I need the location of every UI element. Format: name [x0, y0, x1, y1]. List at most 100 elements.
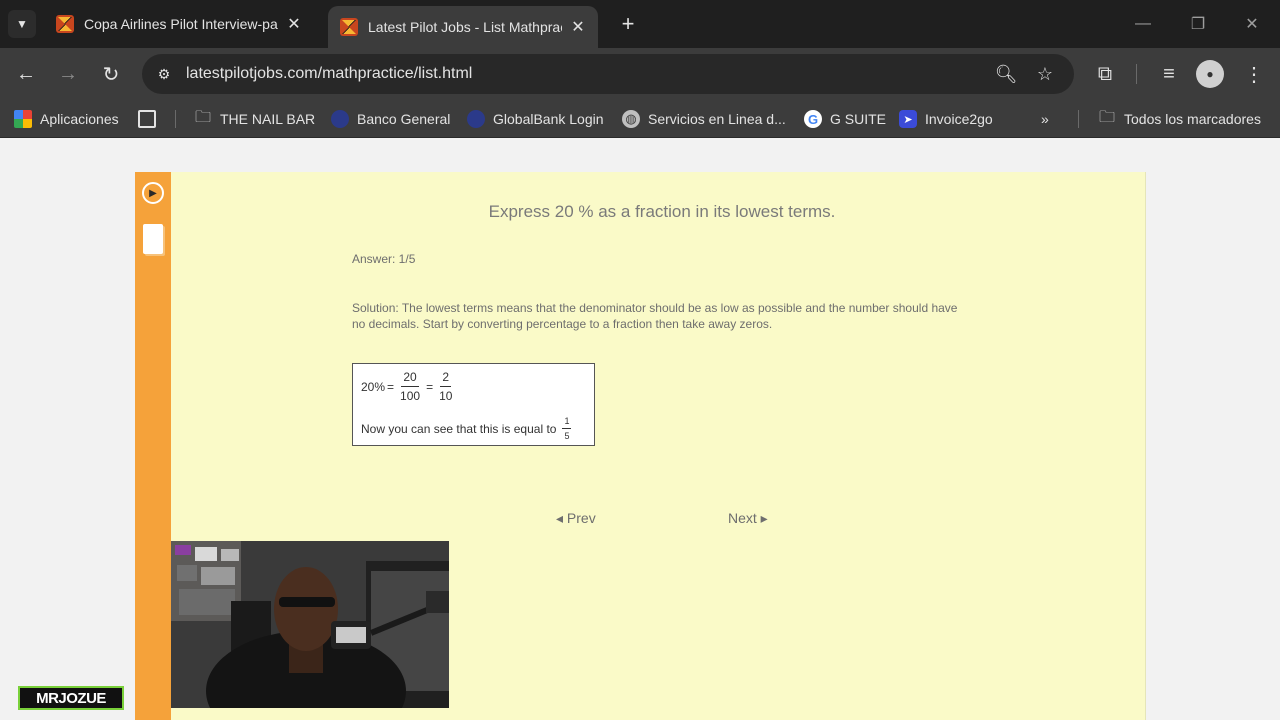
google-icon: G: [804, 110, 822, 128]
denominator: 100: [400, 389, 421, 403]
grid-icon: [138, 110, 156, 128]
watermark-text: MRJOZUE: [36, 689, 106, 707]
bookmark-the-nail-bar[interactable]: 🗀 THE NAIL BAR: [194, 108, 315, 130]
bookmark-globalbank-login[interactable]: GlobalBank Login: [467, 108, 604, 130]
globe-icon: [331, 110, 349, 128]
tab-title: Copa Airlines Pilot Interview-pa: [84, 16, 278, 32]
arrow-left-icon: ←: [16, 62, 36, 85]
lesson-sidebar: ▶: [135, 172, 171, 720]
profile-avatar[interactable]: ●: [1196, 60, 1224, 88]
toolbar-divider: [1136, 64, 1137, 84]
bookmark-aplicaciones[interactable]: Aplicaciones: [14, 108, 119, 130]
minimize-button[interactable]: —: [1128, 10, 1158, 38]
kebab-menu-icon: ⋮: [1244, 63, 1264, 86]
fraction-equation: 20% = 20 100 = 2 10: [361, 370, 456, 403]
bookmarks-bar: Aplicaciones 🗀 THE NAIL BAR Banco Genera…: [0, 100, 1280, 138]
fraction-2-over-10: 2 10: [439, 370, 452, 403]
more-bookmarks-button[interactable]: »: [1041, 108, 1049, 130]
media-queue-icon: ≡: [1163, 62, 1175, 85]
puzzle-icon: ⧉: [1097, 62, 1113, 85]
bookmark-divider: [1078, 110, 1079, 128]
equals-sign: =: [387, 379, 395, 394]
next-button[interactable]: Next ▸: [728, 510, 768, 527]
bookmark-label: G SUITE: [830, 111, 887, 127]
restore-icon: ❐: [1190, 16, 1206, 33]
numerator: 2: [440, 370, 452, 387]
tab-copa-airlines[interactable]: Copa Airlines Pilot Interview-pa ✕: [44, 6, 314, 42]
bookmark-label: THE NAIL BAR: [220, 111, 316, 127]
address-bar[interactable]: ⚙ latestpilotjobs.com/mathpractice/list.…: [142, 54, 1074, 94]
webcam-feed-image: [171, 541, 449, 708]
bookmark-label: GlobalBank Login: [493, 111, 604, 127]
globe-icon: ◍: [622, 110, 640, 128]
play-button[interactable]: ▶: [140, 180, 166, 206]
bookmark-label: Servicios en Linea d...: [648, 111, 786, 127]
bookmark-invoice2go[interactable]: ➤ Invoice2go: [899, 108, 993, 130]
all-bookmarks-button[interactable]: 🗀 Todos los marcadores: [1098, 108, 1261, 130]
double-chevron-right-icon: »: [1041, 111, 1049, 127]
tab-search-button[interactable]: ▼: [8, 10, 36, 38]
globe-icon: [467, 110, 485, 128]
site-info-icon[interactable]: ⚙: [154, 64, 174, 84]
site-favicon-icon: [56, 15, 74, 33]
bookmark-label: Invoice2go: [925, 111, 993, 127]
bookmark-servicios-en-linea[interactable]: ◍ Servicios en Linea d...: [622, 108, 786, 130]
zoom-icon[interactable]: 🔍︎: [994, 62, 1018, 86]
apps-grid-icon: [14, 110, 32, 128]
bookmark-label: Aplicaciones: [40, 111, 119, 127]
fraction-1-over-5: 1 5: [562, 416, 572, 441]
reload-icon: ↻: [102, 63, 120, 86]
bookmark-g-suite[interactable]: G G SUITE: [804, 108, 886, 130]
tab-groups-button[interactable]: [138, 108, 164, 130]
extensions-button[interactable]: ⧉: [1091, 60, 1119, 88]
chevron-down-icon: ▼: [16, 17, 28, 31]
folder-icon: 🗀: [194, 108, 211, 126]
bookmark-label: Banco General: [357, 111, 451, 127]
url-text[interactable]: latestpilotjobs.com/mathpractice/list.ht…: [186, 65, 472, 83]
solution-text: Solution: The lowest terms means that th…: [352, 301, 958, 331]
tab-latest-pilot-jobs[interactable]: Latest Pilot Jobs - List Mathprac ✕: [328, 6, 598, 48]
close-window-button[interactable]: ✕: [1237, 10, 1267, 38]
media-button[interactable]: ≡: [1155, 60, 1183, 88]
denominator: 5: [564, 431, 570, 441]
result-note-text: Now you can see that this is equal to: [361, 421, 557, 436]
invoice-icon: ➤: [899, 110, 917, 128]
equals-sign: =: [426, 379, 434, 394]
reload-button[interactable]: ↻: [97, 60, 125, 88]
streamer-watermark: MRJOZUE: [18, 686, 124, 710]
menu-button[interactable]: ⋮: [1240, 60, 1268, 88]
back-button[interactable]: ←: [12, 60, 40, 88]
denominator: 10: [439, 389, 453, 403]
tab-strip: ▼ Copa Airlines Pilot Interview-pa ✕ Lat…: [0, 0, 1280, 48]
prev-button[interactable]: ◂ Prev: [556, 510, 596, 527]
forward-button[interactable]: →: [54, 60, 82, 88]
plus-icon: +: [621, 11, 635, 36]
fraction-20-over-100: 20 100: [400, 370, 420, 403]
question-text: Express 20 % as a fraction in its lowest…: [488, 202, 836, 221]
document-icon[interactable]: [143, 224, 163, 254]
result-note: Now you can see that this is equal to 1 …: [361, 416, 575, 441]
close-icon[interactable]: ✕: [284, 14, 304, 34]
arrow-right-icon: →: [58, 62, 78, 85]
restore-button[interactable]: ❐: [1183, 10, 1213, 38]
new-tab-button[interactable]: +: [616, 11, 640, 36]
site-favicon-icon: [340, 18, 358, 36]
answer-text: Answer: 1/5: [352, 252, 416, 266]
bookmark-divider: [175, 110, 176, 128]
bookmark-label: Todos los marcadores: [1124, 111, 1261, 127]
browser-toolbar: ← → ↻ ⚙ latestpilotjobs.com/mathpractice…: [0, 48, 1280, 100]
numerator: 1: [562, 416, 572, 429]
minimize-icon: —: [1135, 15, 1151, 32]
math-working-box: 20% = 20 100 = 2 10 Now you can see that…: [352, 363, 595, 446]
play-icon: ▶: [144, 184, 162, 202]
bookmark-banco-general[interactable]: Banco General: [331, 108, 450, 130]
webcam-overlay: [171, 541, 449, 708]
percent-value: 20%: [361, 379, 386, 394]
folder-icon: 🗀: [1098, 108, 1115, 126]
close-icon[interactable]: ✕: [568, 17, 588, 37]
tab-title: Latest Pilot Jobs - List Mathprac: [368, 19, 562, 35]
avatar-icon: ●: [1206, 67, 1214, 81]
star-icon[interactable]: ☆: [1033, 62, 1057, 86]
numerator: 20: [401, 370, 419, 387]
close-icon: ✕: [1245, 16, 1259, 33]
